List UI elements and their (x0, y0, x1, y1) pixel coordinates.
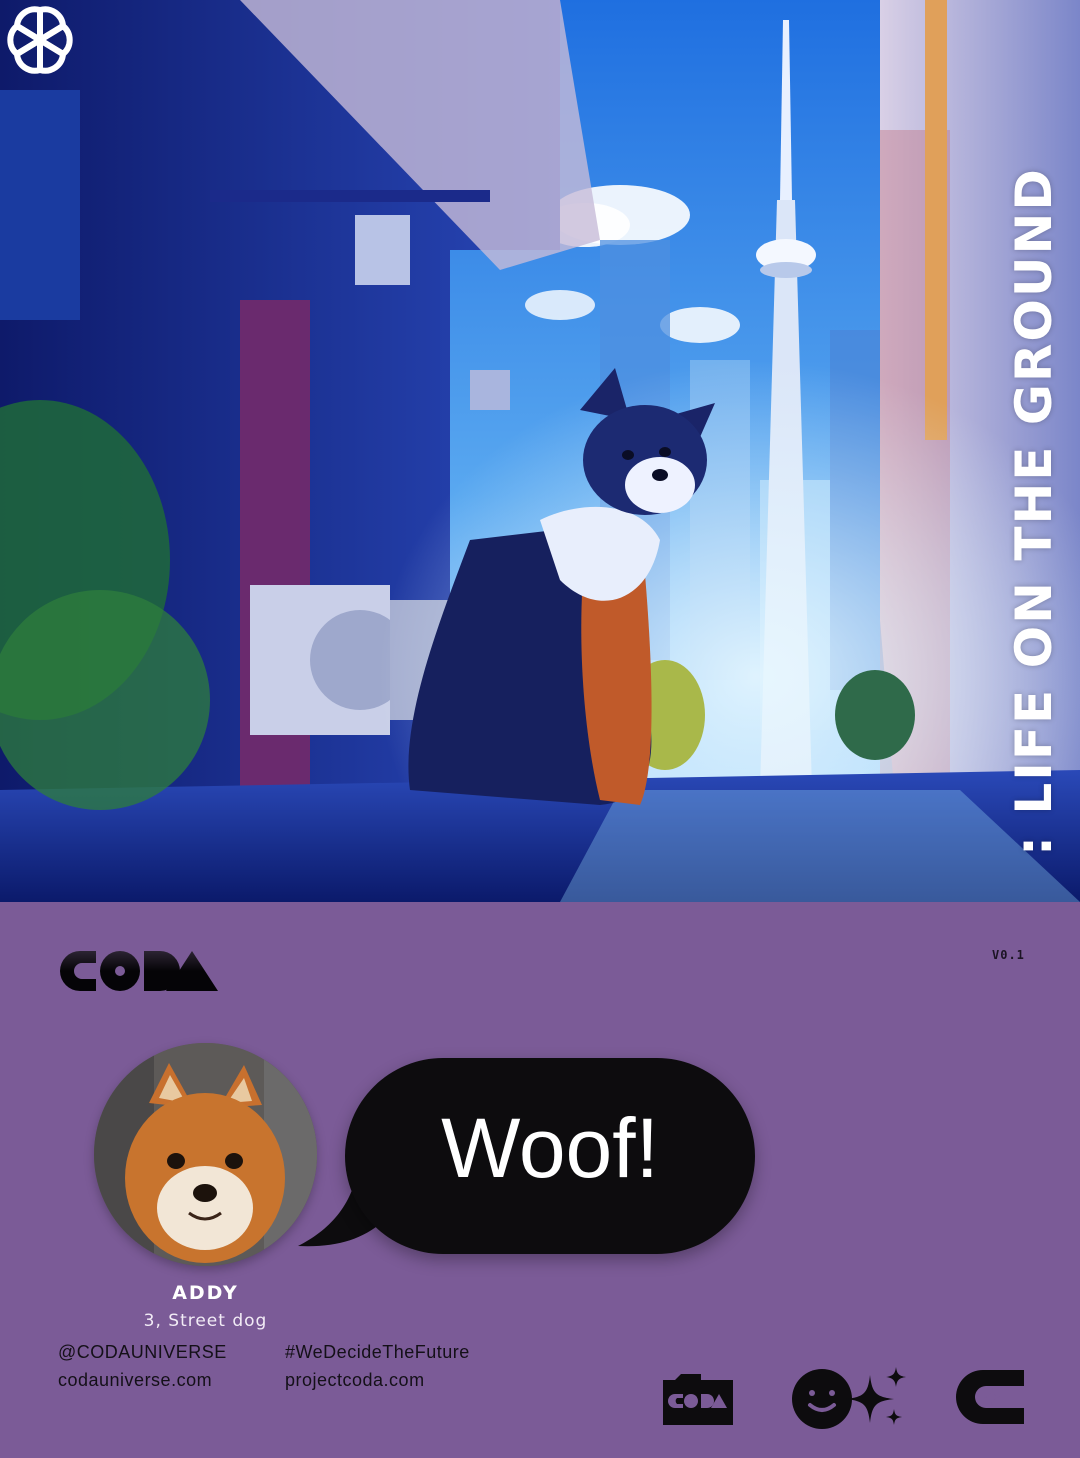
shiba-portrait-icon (94, 1043, 317, 1266)
hashtag[interactable]: #WeDecideTheFuture (285, 1338, 470, 1366)
avatar (94, 1043, 317, 1266)
social-handle[interactable]: @CODAUNIVERSE (58, 1338, 227, 1366)
site-link-projectcoda[interactable]: projectcoda.com (285, 1366, 470, 1394)
character-panel: V0.1 Woof! ADDY 3, Street dog @CODAUNIVE… (0, 902, 1080, 1458)
version-label: V0.1 (992, 948, 1025, 962)
speech-text: Woof! (441, 1100, 659, 1195)
city-alley-illustration (0, 0, 1080, 902)
smile-sparkle-icon (792, 1367, 906, 1429)
footer-contact-left: @CODAUNIVERSE codauniverse.com (58, 1338, 227, 1394)
openai-logo-icon (7, 6, 73, 74)
character-description: 3, Street dog (143, 1311, 268, 1331)
footer-contact-right: #WeDecideTheFuture projectcoda.com (285, 1338, 470, 1394)
site-link-codauniverse[interactable]: codauniverse.com (58, 1366, 227, 1394)
c-star-icon (956, 1370, 1024, 1424)
vertical-title: : LIFE ON THE GROUND (1005, 167, 1063, 856)
character-name: ADDY (172, 1282, 239, 1304)
coda-badge-icon (663, 1374, 733, 1425)
hero-illustration: : LIFE ON THE GROUND (0, 0, 1080, 902)
coda-wordmark-icon (60, 951, 218, 991)
